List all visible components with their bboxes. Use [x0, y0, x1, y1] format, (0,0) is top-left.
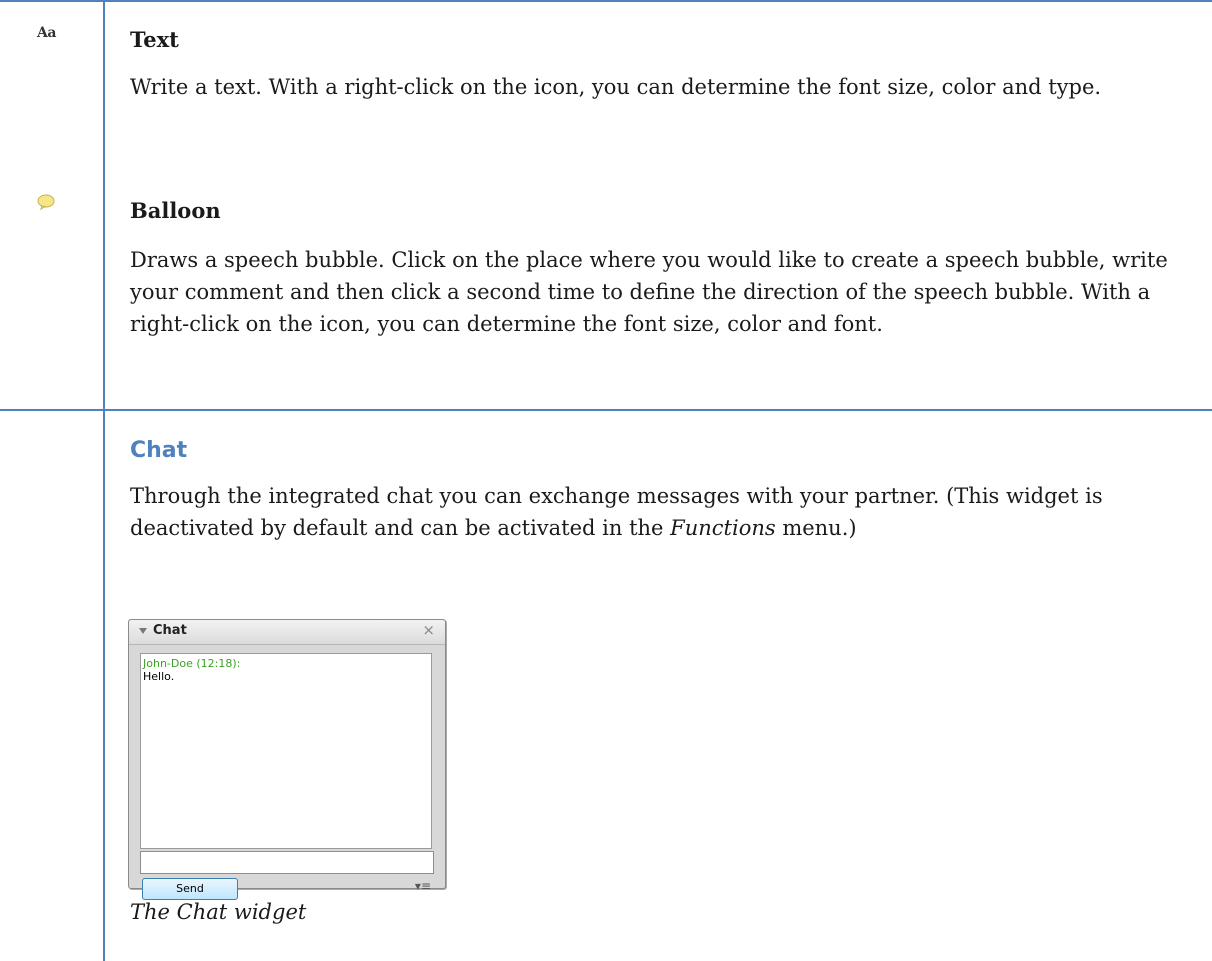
speech-balloon-icon: [37, 194, 55, 210]
text-tool-body: Write a text. With a right-click on the …: [130, 75, 1102, 99]
options-menu-icon[interactable]: ▾≡: [415, 879, 431, 893]
text-tool-description: Text Write a text. With a right-click on…: [130, 27, 1190, 103]
close-icon[interactable]: ×: [422, 621, 435, 639]
message-text: Hello.: [143, 670, 175, 683]
balloon-tool-description: Balloon Draws a speech bubble. Click on …: [130, 198, 1190, 340]
functions-menu-reference: Functions: [670, 516, 776, 540]
chat-body-text-2: menu.): [775, 516, 857, 540]
chat-section-body: Through the integrated chat you can exch…: [130, 480, 1190, 544]
chat-body-text-1: Through the integrated chat you can exch…: [130, 484, 1103, 540]
send-button[interactable]: Send: [142, 878, 238, 900]
chat-widget-title: Chat: [153, 623, 187, 638]
table-top-border: [0, 0, 1212, 2]
chat-widget-titlebar: Chat ×: [129, 620, 445, 645]
chat-message-area[interactable]: John-Doe (12:18): Hello.: [140, 653, 432, 849]
balloon-tool-title: Balloon: [130, 198, 221, 223]
chat-section: Chat Through the integrated chat you can…: [130, 438, 1190, 544]
document-page: Aa Text Write a text. With a right-click…: [0, 0, 1212, 961]
table-row-divider: [0, 409, 1212, 411]
text-tool-title: Text: [130, 27, 179, 52]
balloon-tool-body: Draws a speech bubble. Click on the plac…: [130, 248, 1168, 336]
text-aa-icon: Aa: [37, 25, 56, 41]
message-sender: John-Doe (12:18):: [143, 657, 241, 670]
collapse-triangle-icon[interactable]: [139, 628, 147, 634]
chat-message-input[interactable]: [140, 851, 434, 874]
chat-section-title: Chat: [130, 438, 188, 463]
table-column-divider: [103, 0, 105, 961]
chat-widget: Chat × John-Doe (12:18): Hello. Send ▾≡: [128, 619, 446, 900]
chat-widget-caption: The Chat widget: [130, 900, 307, 924]
